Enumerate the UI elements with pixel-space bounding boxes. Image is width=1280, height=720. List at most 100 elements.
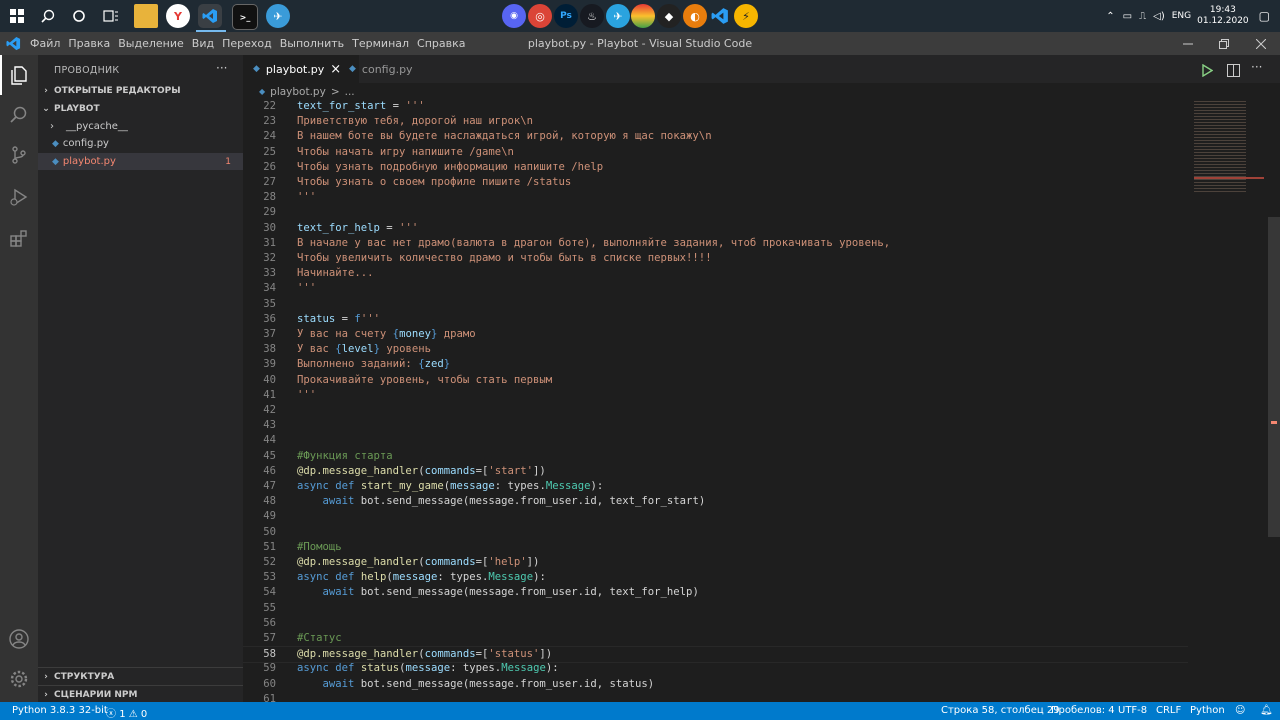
end-of-line[interactable]: CRLF — [1156, 705, 1181, 716]
minimize-button[interactable] — [1170, 32, 1206, 55]
code-line[interactable]: 29 — [243, 205, 1188, 220]
volume-icon[interactable]: ◁) — [1153, 11, 1165, 22]
indentation[interactable]: Пробелов: 4 — [1051, 705, 1115, 716]
settings-gear-icon[interactable] — [0, 659, 38, 699]
vertical-scrollbar[interactable] — [1268, 99, 1280, 702]
menu-file[interactable]: Файл — [26, 37, 64, 50]
code-line[interactable]: 40 Прокачивайте уровень, чтобы стать перв… — [243, 373, 1188, 388]
code-line[interactable]: 28 ''' — [243, 190, 1188, 205]
minimap[interactable] — [1188, 99, 1268, 702]
code-line[interactable]: 44 — [243, 433, 1188, 448]
code-line[interactable]: 59 async def status(message: types.Messag… — [243, 661, 1188, 676]
photoshop-icon[interactable]: Ps — [554, 4, 578, 28]
accounts-icon[interactable] — [0, 619, 38, 659]
tree-item-pycache[interactable]: › __pycache__ — [38, 118, 243, 135]
npm-scripts-section[interactable]: › СЦЕНАРИИ NPM — [38, 685, 243, 703]
unity-icon[interactable]: ◆ — [657, 4, 681, 28]
code-line[interactable]: 50 — [243, 525, 1188, 540]
vscode-pinned-icon[interactable] — [708, 4, 732, 28]
code-line[interactable]: 27 Чтобы узнать о своем профиле пишите /s… — [243, 175, 1188, 190]
discord-icon[interactable]: ◉ — [502, 4, 526, 28]
split-editor-icon[interactable] — [1227, 62, 1240, 81]
run-debug-icon[interactable] — [0, 177, 38, 217]
code-line[interactable]: 35 — [243, 297, 1188, 312]
menu-run[interactable]: Выполнить — [276, 37, 348, 50]
code-line[interactable]: 47 async def start_my_game(message: types… — [243, 479, 1188, 494]
yandex-browser-icon[interactable]: Y — [166, 4, 190, 28]
task-view-icon[interactable] — [98, 3, 124, 29]
python-interpreter[interactable]: Python 3.8.3 32-bit — [12, 705, 108, 716]
code-line[interactable]: 49 — [243, 509, 1188, 524]
menu-selection[interactable]: Выделение — [114, 37, 188, 50]
code-line[interactable]: 60 await bot.send_message(message.from_u… — [243, 677, 1188, 692]
file-explorer-icon[interactable] — [134, 4, 158, 28]
breadcrumb-file[interactable]: playbot.py — [270, 86, 326, 98]
notification-icon[interactable]: ▢ — [1259, 9, 1270, 23]
source-control-icon[interactable] — [0, 135, 38, 175]
code-line[interactable]: 26 Чтобы узнать подробную информацию напи… — [243, 160, 1188, 175]
explorer-icon[interactable] — [0, 55, 38, 95]
rainbow-app-icon[interactable] — [631, 4, 655, 28]
code-line[interactable]: 30 text_for_help = ''' — [243, 221, 1188, 236]
run-python-file-icon[interactable] — [1201, 62, 1214, 81]
bell-icon[interactable]: 🔔︎ — [1260, 705, 1273, 716]
breadcrumb-rest[interactable]: ... — [345, 86, 355, 98]
code-line[interactable]: 34 ''' — [243, 281, 1188, 296]
code-line[interactable]: 32 Чтобы увеличить количество драмо и что… — [243, 251, 1188, 266]
tree-item-config[interactable]: ◆ config.py — [38, 135, 243, 152]
code-line[interactable]: 22 text_for_start = ''' — [243, 99, 1188, 114]
tab-config[interactable]: ◆ config.py — [339, 55, 449, 83]
outline-section[interactable]: › СТРУКТУРА — [38, 667, 243, 685]
cursor-position[interactable]: Строка 58, столбец 29 — [941, 705, 1060, 716]
telegram-icon[interactable]: ✈ — [606, 4, 630, 28]
scrollbar-thumb[interactable] — [1268, 217, 1280, 537]
code-line[interactable]: 55 — [243, 601, 1188, 616]
code-line[interactable]: 46 @dp.message_handler(commands=['start']… — [243, 464, 1188, 479]
code-editor[interactable]: 22 text_for_start = ''' 23 Приветствую тебя… — [243, 99, 1188, 702]
tree-item-playbot[interactable]: ◆ playbot.py 1 — [38, 153, 243, 170]
code-line[interactable]: 45 #Функция старта — [243, 449, 1188, 464]
code-line[interactable]: 56 — [243, 616, 1188, 631]
csgo-icon[interactable]: ⚡ — [734, 4, 758, 28]
chevron-up-icon[interactable]: ⌃ — [1106, 11, 1114, 22]
code-line[interactable]: 48 await bot.send_message(message.from_u… — [243, 494, 1188, 509]
code-line[interactable]: 31 В начале у вас нет драмо(валюта в драг… — [243, 236, 1188, 251]
windows-start-icon[interactable] — [4, 3, 30, 29]
search-icon[interactable] — [35, 3, 61, 29]
encoding[interactable]: UTF-8 — [1118, 705, 1147, 716]
code-line[interactable]: 61 — [243, 692, 1188, 702]
clock[interactable]: 19:43 01.12.2020 — [1197, 5, 1249, 27]
blender-icon[interactable]: ◐ — [683, 4, 707, 28]
open-editors-section[interactable]: › ОТКРЫТЫЕ РЕДАКТОРЫ — [38, 82, 243, 99]
chrome-icon[interactable]: ◎ — [528, 4, 552, 28]
project-folder[interactable]: ⌄ PLAYBOT — [38, 100, 243, 117]
code-line[interactable]: 52 @dp.message_handler(commands=['help']) — [243, 555, 1188, 570]
code-line[interactable]: 41 ''' — [243, 388, 1188, 403]
feedback-icon[interactable]: ☺ — [1235, 705, 1245, 716]
problems-indicator[interactable]: ⓧ 1 ⚠ 0 — [106, 705, 147, 720]
code-line[interactable]: 53 async def help(message: types.Message)… — [243, 570, 1188, 585]
extensions-icon[interactable] — [0, 218, 38, 258]
code-line[interactable]: 38 У вас {level} уровень — [243, 342, 1188, 357]
maximize-button[interactable] — [1206, 32, 1242, 55]
code-line[interactable]: 33 Начинайте... — [243, 266, 1188, 281]
search-view-icon[interactable] — [0, 95, 38, 135]
menu-go[interactable]: Переход — [218, 37, 276, 50]
code-line[interactable]: 51 #Помощь — [243, 540, 1188, 555]
close-window-button[interactable] — [1243, 32, 1279, 55]
menu-help[interactable]: Справка — [413, 37, 469, 50]
code-line[interactable]: 57 #Статус — [243, 631, 1188, 646]
code-line[interactable]: 23 Приветствую тебя, дорогой наш игрок\n — [243, 114, 1188, 129]
telegram-taskbar-icon[interactable]: ✈ — [266, 4, 290, 28]
menu-edit[interactable]: Правка — [64, 37, 114, 50]
battery-icon[interactable]: ⎍ — [1139, 11, 1146, 22]
language-indicator[interactable]: ENG — [1172, 11, 1191, 21]
cortana-icon[interactable] — [66, 3, 92, 29]
code-line[interactable]: 43 — [243, 418, 1188, 433]
editor-more-icon[interactable]: ··· — [1251, 60, 1262, 74]
steam-icon[interactable]: ♨ — [580, 4, 604, 28]
code-line[interactable]: 39 Выполнено заданий: {zed} — [243, 357, 1188, 372]
language-mode[interactable]: Python — [1190, 705, 1225, 716]
code-line[interactable]: 36 status = f''' — [243, 312, 1188, 327]
more-actions-icon[interactable]: ··· — [216, 61, 227, 75]
